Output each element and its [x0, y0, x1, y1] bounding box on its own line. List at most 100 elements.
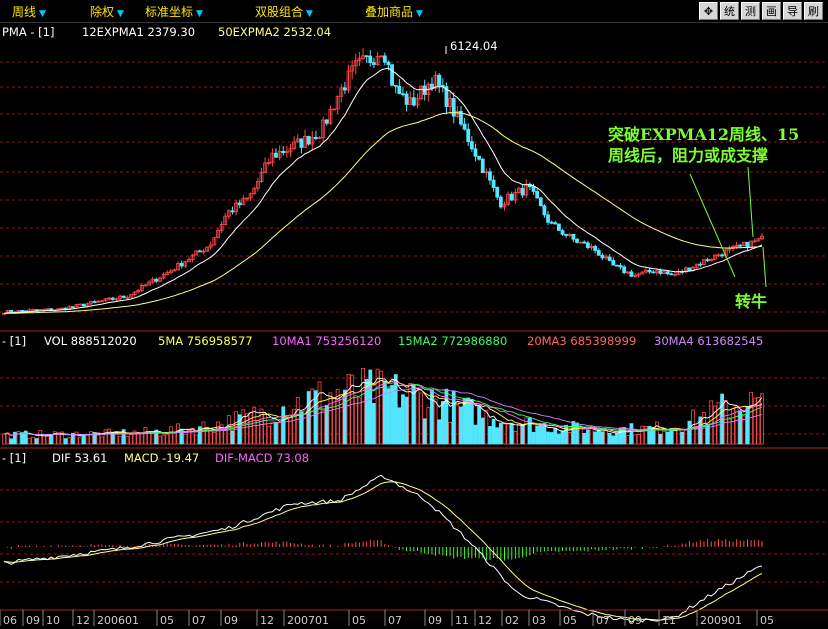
volume-bar	[571, 421, 576, 445]
candle-body	[665, 271, 670, 275]
annotation-arrow-1	[689, 173, 736, 278]
volume-bar	[295, 397, 300, 445]
candle-body	[560, 230, 565, 235]
candle-body	[593, 246, 598, 251]
candle-body	[473, 148, 478, 157]
volume-bar	[582, 433, 587, 445]
expma1-label: 12EXPMA1 2379.30	[82, 25, 195, 39]
volume-bar	[640, 425, 645, 445]
annotation-line-2: 周线后，阻力或成支撑	[608, 146, 768, 165]
volume-bar	[611, 435, 616, 445]
volume-bar	[368, 369, 373, 445]
volume-bar	[560, 430, 565, 445]
volume-bar	[538, 423, 543, 445]
candle-body	[477, 155, 482, 160]
volume-bar	[335, 389, 340, 445]
volume-bar	[596, 429, 601, 445]
candle-body	[179, 262, 184, 267]
volume-bar	[615, 432, 619, 445]
volume-bar	[600, 431, 605, 445]
candle-body	[9, 309, 14, 313]
volume-bar	[194, 434, 199, 445]
menu-coordinate-label: 标准坐标	[145, 5, 194, 19]
volume-prefix: - [1]	[2, 334, 26, 348]
volume-bar	[357, 397, 362, 445]
menu-period[interactable]: 周线 ▼	[12, 3, 46, 20]
volume-bar	[469, 398, 474, 445]
volume-bar	[440, 401, 445, 445]
volume-bar	[676, 429, 681, 445]
volume-bar	[281, 406, 286, 445]
candle-body	[564, 233, 569, 236]
candle-body	[92, 301, 97, 304]
refresh-button[interactable]: 刷	[804, 2, 823, 20]
macd-prefix: - [1]	[2, 451, 26, 465]
candle-body	[430, 83, 434, 89]
volume-bar	[687, 420, 692, 445]
stock-chart[interactable]: PMA - [1] 12EXPMA1 2379.30 50EXPMA2 2532…	[0, 22, 828, 629]
volume-bar	[288, 414, 293, 445]
candle-body	[451, 98, 456, 117]
volume-bar	[81, 435, 86, 445]
candle-body	[382, 55, 387, 63]
move-cross-icon[interactable]: ✥	[699, 2, 718, 20]
volume-bar	[208, 430, 213, 445]
x-tick-label: 02	[505, 614, 519, 627]
volume-bar	[274, 421, 278, 445]
candle-body	[556, 223, 561, 231]
volume-bar	[506, 423, 511, 445]
x-tick-label: 03	[532, 614, 546, 627]
volume-bar	[27, 437, 32, 445]
expma2-label: 50EXPMA2 2532.04	[218, 25, 331, 39]
candle-body	[600, 254, 605, 259]
volume-bar	[466, 397, 471, 445]
candle-body	[71, 306, 75, 309]
x-tick-label: 10	[46, 614, 60, 627]
volume-bar	[513, 431, 518, 445]
candle-body	[78, 303, 83, 306]
volume-bar	[34, 438, 39, 445]
macd-label: MACD -19.47	[124, 451, 199, 465]
toolbar: 周线 ▼ 除权 ▼ 标准坐标 ▼ 双股组合 ▼ 叠加商品 ▼ ✥ 统 测 画 导 刷	[0, 0, 828, 23]
candle-body	[281, 150, 286, 154]
export-button[interactable]: 导	[783, 2, 802, 20]
annotation-line-1: 突破EXPMA12周线、15	[608, 125, 799, 144]
volume-bar	[390, 385, 394, 445]
candle-body	[720, 254, 725, 257]
volume-bar	[372, 403, 376, 445]
x-tick-label: 05	[760, 614, 774, 627]
menu-dual-stock[interactable]: 双股组合 ▼	[255, 3, 313, 20]
volume-bar	[85, 434, 90, 445]
volume-bar	[299, 411, 304, 445]
volume-bar	[455, 401, 460, 445]
volume-bar	[20, 432, 25, 445]
volume-bar	[161, 434, 166, 445]
volume-bar	[760, 393, 764, 445]
x-tick-label: 07	[192, 614, 206, 627]
volume-bar	[136, 433, 141, 445]
volume-bar	[738, 411, 743, 445]
volume-bar	[419, 392, 423, 445]
candle-body	[622, 266, 627, 274]
candle-body	[110, 297, 115, 300]
menu-overlay[interactable]: 叠加商品 ▼	[365, 3, 423, 20]
volume-bar	[578, 427, 583, 445]
menu-coordinate[interactable]: 标准坐标 ▼	[145, 3, 203, 20]
candle-body	[81, 303, 86, 307]
volume-bar	[328, 392, 333, 445]
volume-bar	[212, 432, 217, 445]
x-tick-label: 11	[662, 614, 676, 627]
ma5-label: 5MA 756958577	[158, 334, 253, 348]
stats-button[interactable]: 统	[720, 2, 739, 20]
candle-body	[368, 55, 373, 64]
volume-bar	[38, 430, 43, 445]
x-tick-label: 12	[260, 614, 274, 627]
volume-bar	[662, 430, 666, 445]
candle-body	[687, 267, 692, 271]
menu-rights[interactable]: 除权 ▼	[90, 3, 124, 20]
draw-button[interactable]: 画	[762, 2, 781, 20]
measure-button[interactable]: 测	[741, 2, 760, 20]
candle-body	[618, 265, 623, 268]
candle-body	[738, 244, 743, 247]
chevron-down-icon: ▼	[196, 9, 203, 19]
